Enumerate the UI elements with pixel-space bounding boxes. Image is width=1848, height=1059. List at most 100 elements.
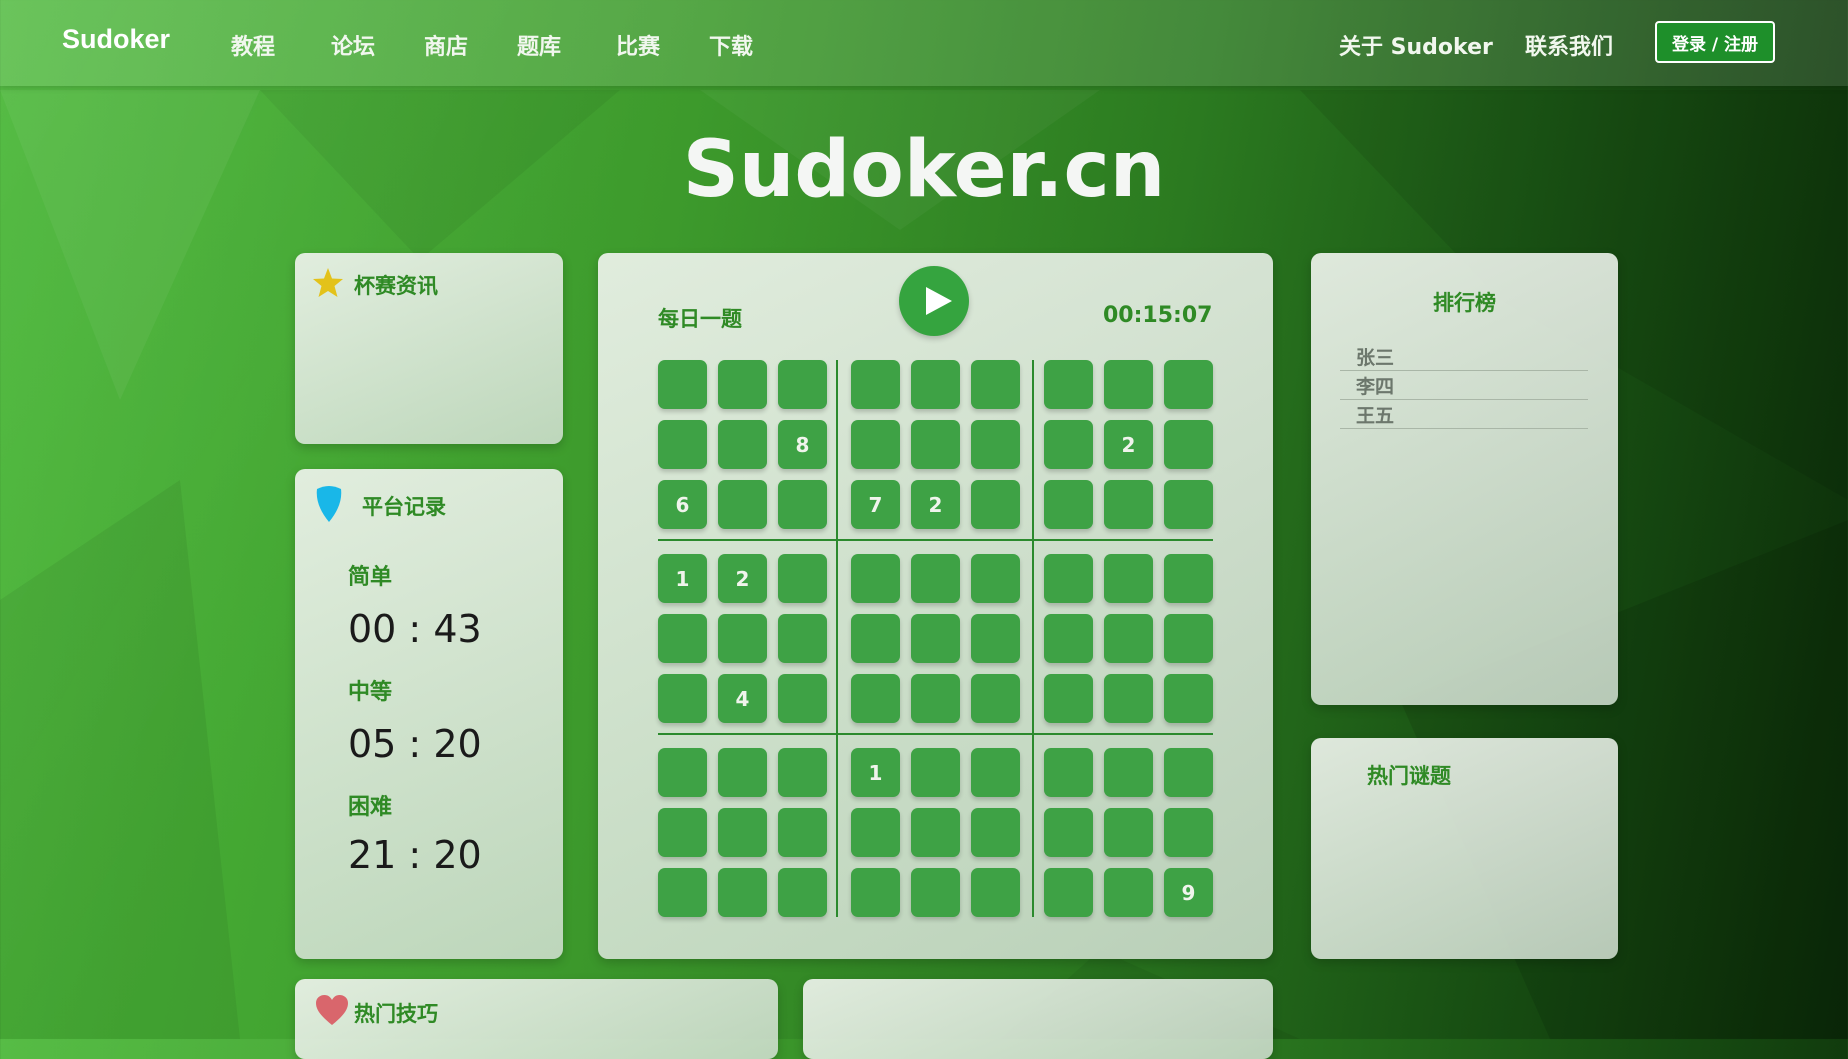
sudoku-cell[interactable] bbox=[1104, 360, 1153, 409]
nav-link-tutorial[interactable]: 教程 bbox=[231, 29, 275, 61]
sudoku-cell[interactable] bbox=[1044, 614, 1093, 663]
sudoku-cell[interactable] bbox=[1104, 614, 1153, 663]
sudoku-cell[interactable] bbox=[911, 748, 960, 797]
sudoku-cell[interactable] bbox=[851, 614, 900, 663]
sudoku-cell[interactable]: 2 bbox=[1104, 420, 1153, 469]
sudoku-cell[interactable] bbox=[851, 868, 900, 917]
sudoku-cell[interactable] bbox=[1164, 554, 1213, 603]
sudoku-cell[interactable] bbox=[1044, 554, 1093, 603]
brand-logo[interactable]: Sudoker bbox=[62, 24, 170, 55]
sudoku-cell[interactable]: 2 bbox=[718, 554, 767, 603]
nav-link-puzzle-bank[interactable]: 题库 bbox=[517, 29, 561, 61]
sudoku-cell[interactable] bbox=[1104, 554, 1153, 603]
grid-divider-horizontal bbox=[658, 733, 1213, 735]
sudoku-cell[interactable]: 2 bbox=[911, 480, 960, 529]
sudoku-cell[interactable]: 6 bbox=[658, 480, 707, 529]
sudoku-cell[interactable] bbox=[911, 674, 960, 723]
sudoku-cell[interactable]: 4 bbox=[718, 674, 767, 723]
sudoku-cell[interactable] bbox=[718, 808, 767, 857]
sudoku-cell[interactable] bbox=[778, 868, 827, 917]
sudoku-cell[interactable]: 7 bbox=[851, 480, 900, 529]
sudoku-cell[interactable] bbox=[1104, 868, 1153, 917]
nav-link-contact[interactable]: 联系我们 bbox=[1525, 29, 1613, 61]
sudoku-cell[interactable] bbox=[1164, 674, 1213, 723]
sudoku-cell[interactable] bbox=[971, 480, 1020, 529]
sudoku-cell[interactable] bbox=[778, 360, 827, 409]
sudoku-cell[interactable] bbox=[778, 748, 827, 797]
sudoku-cell[interactable] bbox=[911, 808, 960, 857]
sudoku-cell[interactable] bbox=[971, 808, 1020, 857]
sudoku-cell[interactable] bbox=[1044, 420, 1093, 469]
hot-puzzles-title[interactable]: 热门谜题 bbox=[1367, 760, 1451, 790]
sudoku-cell[interactable] bbox=[1104, 748, 1153, 797]
sudoku-cell[interactable] bbox=[718, 748, 767, 797]
leaderboard-item[interactable]: 王五 bbox=[1340, 401, 1588, 429]
sudoku-cell[interactable] bbox=[1164, 480, 1213, 529]
sudoku-cell[interactable] bbox=[778, 554, 827, 603]
sudoku-cell[interactable] bbox=[1164, 360, 1213, 409]
sudoku-cell[interactable]: 9 bbox=[1164, 868, 1213, 917]
sudoku-cell[interactable] bbox=[911, 360, 960, 409]
sudoku-cell[interactable] bbox=[971, 420, 1020, 469]
nav-link-forum[interactable]: 论坛 bbox=[331, 29, 375, 61]
hot-tips-title[interactable]: 热门技巧 bbox=[354, 998, 438, 1028]
sudoku-cell[interactable] bbox=[1044, 480, 1093, 529]
sudoku-cell[interactable] bbox=[851, 360, 900, 409]
sudoku-cell[interactable] bbox=[658, 674, 707, 723]
sudoku-cell[interactable] bbox=[1044, 868, 1093, 917]
sudoku-cell[interactable] bbox=[911, 614, 960, 663]
sudoku-cell[interactable] bbox=[851, 808, 900, 857]
sudoku-cell[interactable] bbox=[778, 480, 827, 529]
sudoku-cell[interactable] bbox=[718, 614, 767, 663]
sudoku-cell[interactable] bbox=[1164, 614, 1213, 663]
sudoku-cell[interactable] bbox=[718, 360, 767, 409]
sudoku-cell[interactable] bbox=[851, 420, 900, 469]
sudoku-cell[interactable] bbox=[778, 808, 827, 857]
sudoku-cell[interactable] bbox=[718, 480, 767, 529]
nav-link-about[interactable]: 关于 Sudoker bbox=[1339, 29, 1493, 61]
sudoku-cell[interactable] bbox=[971, 614, 1020, 663]
sudoku-cell[interactable] bbox=[658, 360, 707, 409]
sudoku-cell[interactable] bbox=[1104, 480, 1153, 529]
sudoku-cell[interactable] bbox=[971, 674, 1020, 723]
sudoku-cell[interactable] bbox=[1044, 674, 1093, 723]
login-register-button[interactable]: 登录 / 注册 bbox=[1655, 21, 1775, 63]
sudoku-cell[interactable] bbox=[911, 420, 960, 469]
nav-link-shop[interactable]: 商店 bbox=[424, 29, 468, 61]
play-icon[interactable] bbox=[899, 266, 969, 336]
sudoku-cell[interactable] bbox=[658, 748, 707, 797]
sudoku-cell[interactable] bbox=[718, 868, 767, 917]
sudoku-cell[interactable] bbox=[1164, 748, 1213, 797]
sudoku-cell[interactable] bbox=[1104, 674, 1153, 723]
sudoku-cell[interactable] bbox=[851, 674, 900, 723]
sudoku-cell[interactable] bbox=[911, 868, 960, 917]
sudoku-cell[interactable]: 8 bbox=[778, 420, 827, 469]
sudoku-cell[interactable] bbox=[1044, 808, 1093, 857]
sudoku-cell[interactable] bbox=[1044, 748, 1093, 797]
sudoku-cell[interactable] bbox=[718, 420, 767, 469]
cup-news-title[interactable]: 杯赛资讯 bbox=[354, 270, 438, 300]
nav-link-download[interactable]: 下载 bbox=[709, 29, 753, 61]
sudoku-cell[interactable] bbox=[1104, 808, 1153, 857]
nav-link-contest[interactable]: 比赛 bbox=[616, 29, 660, 61]
sudoku-cell[interactable] bbox=[1164, 808, 1213, 857]
sudoku-cell[interactable] bbox=[1044, 360, 1093, 409]
sudoku-cell[interactable] bbox=[1164, 420, 1213, 469]
sudoku-cell[interactable] bbox=[658, 868, 707, 917]
sudoku-cell[interactable] bbox=[971, 868, 1020, 917]
sudoku-cell[interactable]: 1 bbox=[658, 554, 707, 603]
sudoku-cell[interactable] bbox=[971, 360, 1020, 409]
leaderboard-item[interactable]: 张三 bbox=[1340, 343, 1588, 371]
sudoku-cell[interactable] bbox=[971, 554, 1020, 603]
sudoku-cell[interactable] bbox=[658, 420, 707, 469]
sudoku-cell[interactable] bbox=[658, 614, 707, 663]
sudoku-cell[interactable] bbox=[911, 554, 960, 603]
sudoku-cell[interactable]: 1 bbox=[851, 748, 900, 797]
leaderboard-item[interactable]: 李四 bbox=[1340, 372, 1588, 400]
drop-icon bbox=[316, 486, 342, 522]
sudoku-cell[interactable] bbox=[778, 614, 827, 663]
sudoku-cell[interactable] bbox=[658, 808, 707, 857]
sudoku-cell[interactable] bbox=[778, 674, 827, 723]
sudoku-cell[interactable] bbox=[971, 748, 1020, 797]
sudoku-cell[interactable] bbox=[851, 554, 900, 603]
